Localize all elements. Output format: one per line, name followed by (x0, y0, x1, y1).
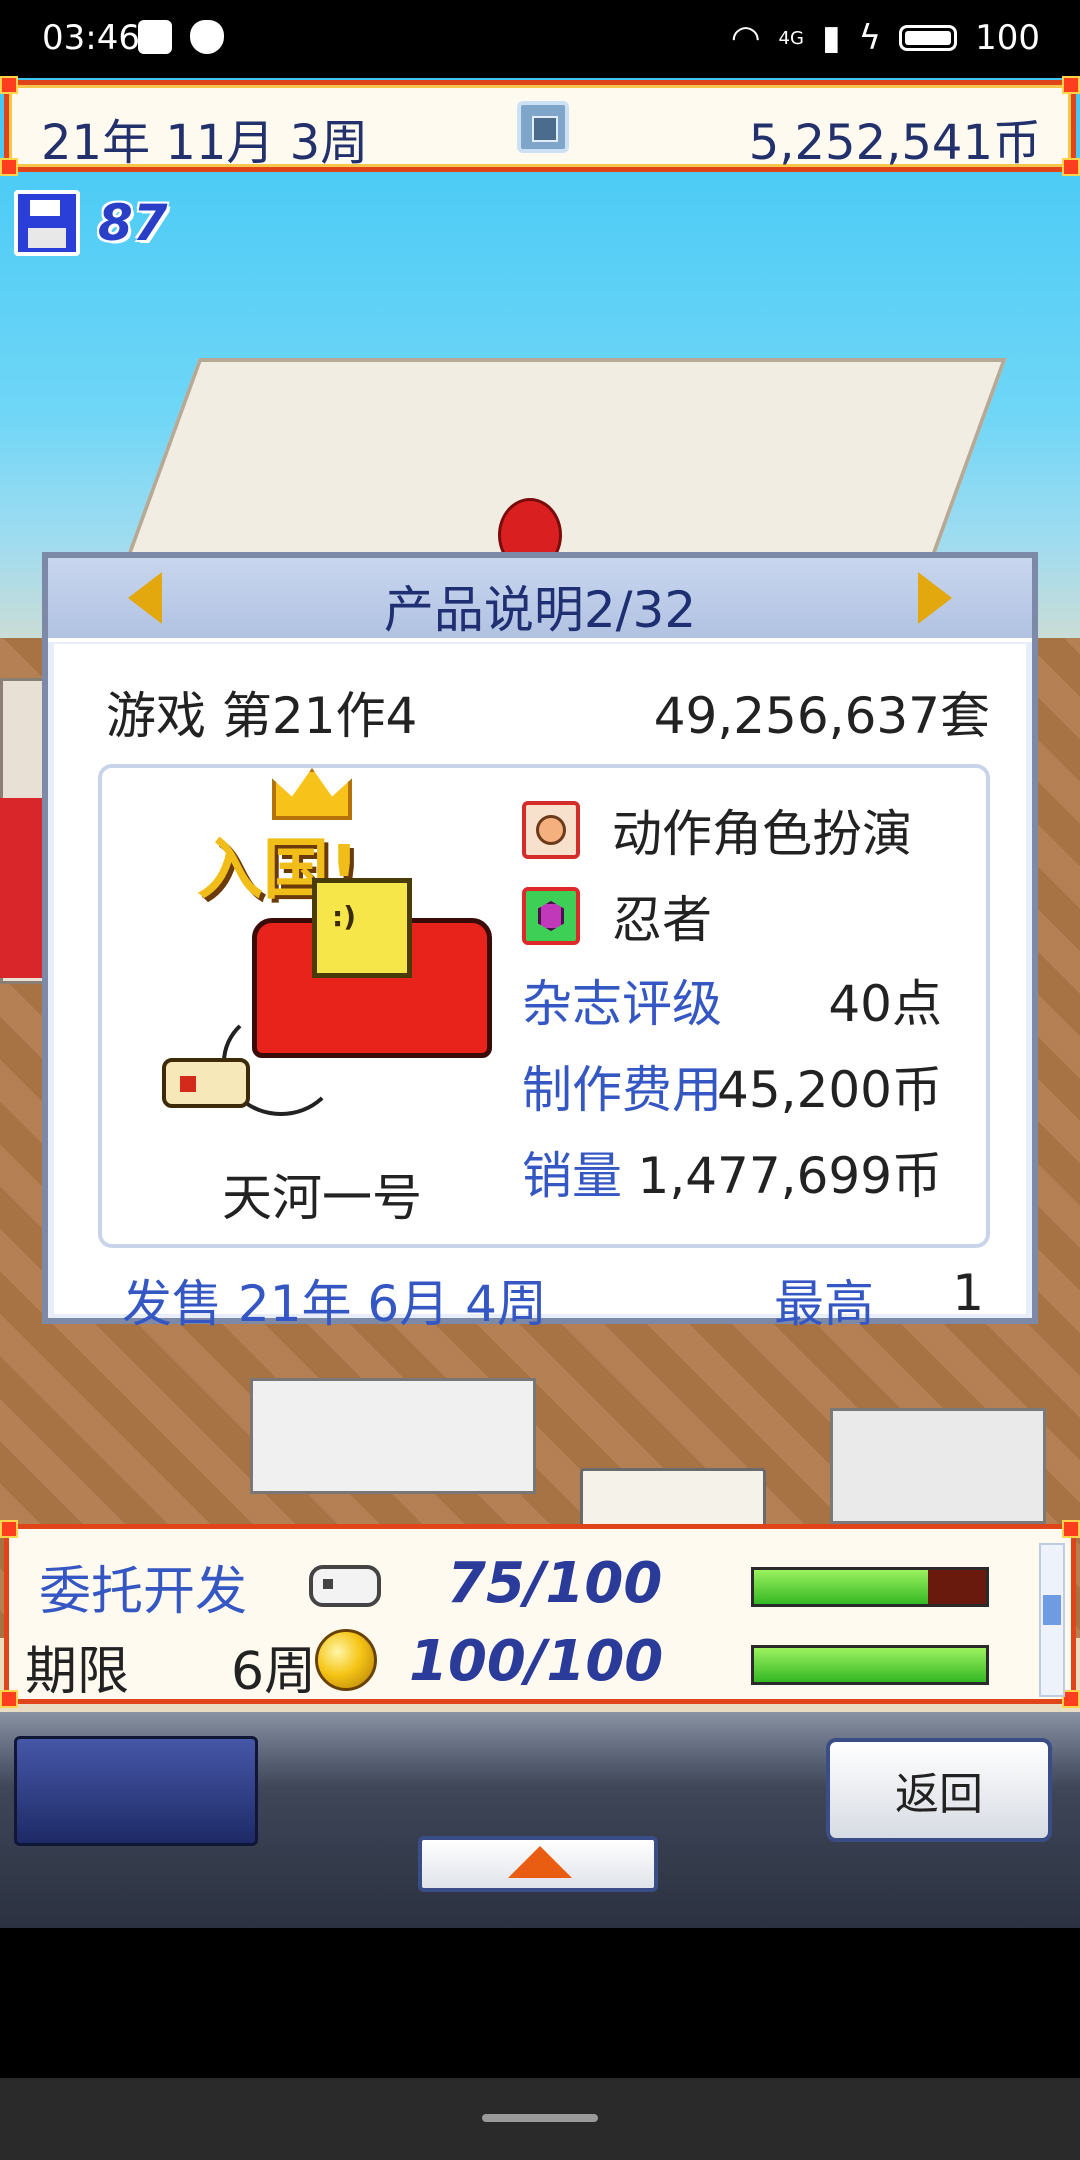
contract-progress-bar (751, 1567, 989, 1607)
scrollbar-thumb[interactable] (1043, 1595, 1061, 1625)
battery-level: 100 (975, 18, 1040, 58)
release-date: 发售 21年 6月 4周 (122, 1275, 547, 1333)
total-sales: 49,256,637套 (653, 687, 990, 745)
contract-label: 委托开发 (39, 1562, 248, 1622)
magazine-label: 杂志评级 (522, 975, 722, 1033)
shield-icon (190, 20, 224, 54)
vending-machine (0, 798, 42, 978)
gamepad-icon (309, 1565, 381, 1607)
money-display: 5,252,541币 (748, 115, 1041, 171)
navigation-bar (0, 2078, 1080, 2160)
save-indicator[interactable]: 87 (14, 190, 168, 256)
gem-icon (522, 887, 580, 945)
up-arrow-icon (508, 1846, 572, 1878)
cartridge-face: :) (332, 900, 356, 933)
hud-corner (0, 1690, 18, 1708)
top-hud: 21年 11月 3周 5,252,541币 (0, 76, 1080, 176)
game-date: 21年 11月 3周 (41, 115, 369, 171)
hud-corner (1062, 1520, 1080, 1538)
cost-row: 制作费用 45,200币 (522, 1054, 942, 1119)
expand-menu-button[interactable] (418, 1836, 658, 1892)
office-machine (250, 1378, 536, 1494)
back-button[interactable]: 返回 (826, 1738, 1052, 1842)
sales-row: 销量 1,477,699币 (522, 1140, 942, 1205)
game-title: 游戏 第21作4 (106, 687, 418, 745)
cost-label: 制作费用 (522, 1061, 722, 1119)
sales-value: 1,477,699币 (637, 1147, 942, 1205)
battery-icon (899, 25, 958, 51)
signal-icon: ▮ (821, 18, 841, 58)
crown-icon (272, 768, 352, 820)
gamepad-icon (162, 1058, 250, 1108)
contract-hud[interactable]: 委托开发 75/100 期限 6周 100/100 (0, 1520, 1080, 1708)
next-arrow-icon[interactable] (918, 572, 952, 624)
hud-scrollbar[interactable] (1039, 1543, 1065, 1697)
calendar-icon[interactable] (517, 101, 569, 153)
dialog-title: 产品说明2/32 (383, 581, 697, 639)
product-dialog: 产品说明2/32 游戏 第21作4 49,256,637套 入国! :) 天河一… (42, 552, 1038, 1333)
sales-label: 销量 (522, 1147, 622, 1205)
console-cartridge (312, 878, 412, 978)
bookshelf (830, 1408, 1046, 1524)
hud-corner (1062, 158, 1080, 176)
info-slot[interactable] (14, 1736, 258, 1846)
theme-row: 忍者 (522, 884, 962, 949)
dialog-header: 产品说明2/32 (48, 558, 1032, 642)
magazine-row: 杂志评级 40点 (522, 968, 942, 1033)
face-icon (522, 801, 580, 859)
wifi-icon: ◠ (730, 18, 761, 58)
genre-row: 动作角色扮演 (522, 798, 962, 863)
dialog-body: 游戏 第21作4 49,256,637套 入国! :) 天河一号 动作角色扮演 (54, 644, 1026, 1333)
hud-corner (0, 76, 18, 94)
magazine-value: 40点 (828, 975, 942, 1033)
charging-icon: ϟ (858, 18, 882, 58)
quality-progress-text: 100/100 (409, 1629, 664, 1694)
status-right-group: ◠ 4G ▮ ϟ 100 (731, 18, 1040, 58)
network-type: 4G (778, 27, 804, 49)
hud-corner (0, 1520, 18, 1538)
coin-icon (315, 1629, 377, 1691)
theme-text: 忍者 (612, 891, 712, 949)
quality-progress-bar (751, 1645, 989, 1685)
best-rank-value: 1 (952, 1264, 984, 1322)
status-bar: 03:46 ◠ 4G ▮ ϟ 100 (0, 0, 1080, 78)
floppy-disk-icon[interactable] (14, 190, 80, 256)
home-gesture-handle[interactable] (482, 2114, 598, 2122)
hud-corner (1062, 76, 1080, 94)
console-illustration: 入国! :) (162, 768, 502, 1148)
genre-text: 动作角色扮演 (612, 805, 912, 863)
deadline-label: 期限 (25, 1642, 130, 1702)
console-name: 天河一号 (222, 1169, 422, 1227)
hud-corner (0, 158, 18, 176)
detail-box: 入国! :) 天河一号 动作角色扮演 忍者 杂志评级 40点 制作费用 45,2… (98, 764, 990, 1248)
mail-icon (138, 20, 172, 54)
bottom-panel: 返回 (0, 1712, 1080, 1928)
save-count: 87 (98, 194, 168, 252)
best-rank-label: 最高 (774, 1275, 874, 1333)
contract-progress-text: 75/100 (447, 1551, 663, 1616)
deadline-value: 6周 (231, 1642, 317, 1702)
cost-value: 45,200币 (717, 1061, 942, 1119)
status-time: 03:46 (42, 18, 140, 58)
